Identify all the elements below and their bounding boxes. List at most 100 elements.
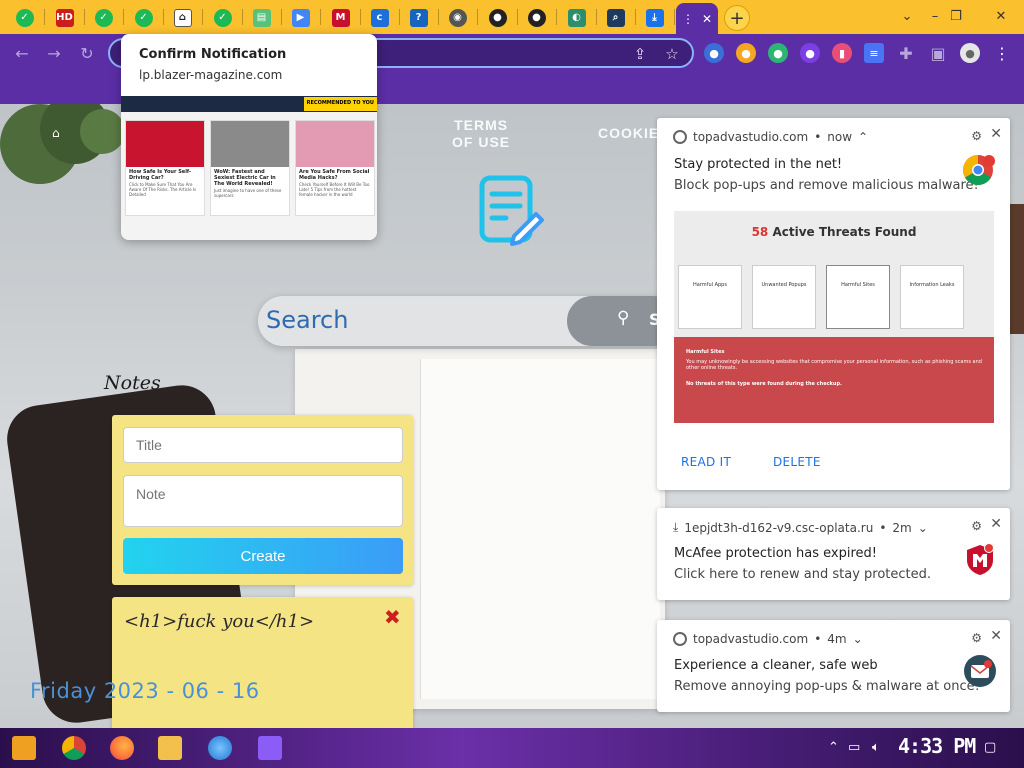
ad-image	[126, 121, 204, 167]
gear-icon[interactable]: ⚙	[971, 519, 982, 533]
side-panel-icon[interactable]: ▣	[928, 43, 948, 63]
tab-home[interactable]: ⌂	[163, 3, 202, 32]
green-check-icon: ✓	[213, 8, 232, 27]
threat-card: Harmful Sites	[826, 265, 890, 329]
chrome-icon	[62, 736, 86, 760]
ie-app[interactable]	[200, 732, 240, 764]
notification-card[interactable]: ⤓ 1epjdt3h-d162-v9.csc-oplata.ru • 2m ⌄ …	[657, 508, 1010, 600]
taskbar: ⌃ ▭ 🔈︎ 4:33 PM ▢	[0, 728, 1024, 768]
tab-c[interactable]: c	[360, 3, 399, 32]
ad-card[interactable]: Are You Safe From Social Media Hacks? Ch…	[295, 120, 375, 216]
close-icon[interactable]: ✕	[990, 628, 1002, 644]
tab-active[interactable]: ⋮ ✕	[676, 3, 718, 34]
popup-ad-area[interactable]: RECOMMENDED TO YOU How Safe Is Your Self…	[121, 96, 377, 240]
extensions-puzzle-icon[interactable]: ✚	[896, 43, 916, 63]
close-window-button[interactable]: ✕	[978, 4, 1024, 28]
gear-icon[interactable]: ⚙	[971, 631, 982, 645]
ad-image	[296, 121, 374, 167]
tab-help[interactable]: ?	[399, 3, 438, 32]
tab-checkmark-3[interactable]: ✓	[124, 3, 163, 32]
tab-checkmark-1[interactable]: ✓	[5, 3, 44, 32]
threat-card: Information Leaks	[900, 265, 964, 329]
profile-avatar[interactable]: ●	[960, 43, 980, 63]
chevron-down-icon[interactable]: ⌄	[853, 632, 863, 646]
firefox-app[interactable]	[102, 732, 142, 764]
delete-button[interactable]: DELETE	[773, 455, 821, 469]
tab-github-1[interactable]: ●	[478, 3, 517, 32]
menu-dots-icon[interactable]: ⋮	[992, 43, 1012, 63]
create-button[interactable]: Create	[123, 538, 403, 574]
new-tab-button[interactable]: +	[724, 5, 750, 31]
confirm-notification-popup[interactable]: Confirm Notification lp.blazer-magazine.…	[121, 34, 377, 240]
network-icon[interactable]: ▭	[848, 740, 860, 755]
reload-button[interactable]: ↻	[75, 42, 99, 64]
search-input[interactable]: Search	[266, 306, 348, 334]
search-icon: ⚲	[617, 308, 630, 328]
close-icon[interactable]: ✕	[990, 516, 1002, 532]
tab-github-2[interactable]: ●	[517, 3, 556, 32]
ad-body: Check Yourself Before It Will Be Too Lat…	[299, 182, 370, 197]
chevron-up-icon[interactable]: ⌃	[858, 130, 868, 144]
cookie-link[interactable]: COOKIE	[598, 125, 659, 142]
hd-icon: HD	[55, 8, 74, 27]
extension-orange-icon[interactable]: ●	[736, 43, 756, 63]
notification-body: Remove annoying pop-ups & malware at onc…	[674, 679, 980, 694]
bookmark-star-icon[interactable]: ☆	[662, 44, 682, 64]
notification-body: Click here to renew and stay protected.	[674, 567, 932, 582]
mcafee-icon: M	[331, 8, 350, 27]
tab-search[interactable]: ⌕	[596, 3, 635, 32]
back-button[interactable]: ←	[10, 42, 34, 64]
gear-icon[interactable]: ⚙	[971, 129, 982, 143]
active-tab-label: ⋮	[682, 11, 694, 26]
notification-header: topadvastudio.com • now ⌃	[673, 130, 868, 144]
threat-heading: 58 Active Threats Found	[751, 225, 917, 239]
notification-header: ⤓ 1epjdt3h-d162-v9.csc-oplata.ru • 2m ⌄	[673, 520, 928, 535]
explorer-app[interactable]	[150, 732, 190, 764]
extension-purple-icon[interactable]: ●	[800, 43, 820, 63]
action-center-icon[interactable]: ▢	[984, 740, 996, 755]
saved-note-card: <h1>fuck you</h1> ✖	[112, 597, 413, 728]
notification-card[interactable]: topadvastudio.com • now ⌃ ⚙ ✕ Stay prote…	[657, 118, 1010, 490]
tab-play[interactable]: ▶	[281, 3, 320, 32]
share-icon[interactable]: ⇪	[630, 44, 650, 64]
wifi-home-icon: ⌂	[52, 126, 60, 140]
tab-download[interactable]: ⤓	[635, 3, 674, 32]
title-input[interactable]	[123, 427, 403, 463]
date-display: Friday 2023 - 06 - 16	[30, 679, 260, 703]
extension-doc-icon[interactable]: ≡	[864, 43, 884, 63]
notification-title: Stay protected in the net!	[674, 157, 843, 172]
tab-checkmark-4[interactable]: ✓	[203, 3, 242, 32]
close-icon[interactable]: ✕	[990, 126, 1002, 142]
chevron-up-icon[interactable]: ⌃	[828, 740, 839, 755]
tab-hd[interactable]: HD	[45, 3, 84, 32]
extension-blob-icon[interactable]: ●	[704, 43, 724, 63]
read-it-button[interactable]: READ IT	[681, 455, 731, 469]
terms-of-use-link[interactable]: TERMS OF USE	[452, 117, 510, 151]
volume-icon[interactable]: 🔈︎	[872, 740, 880, 755]
close-tab-icon[interactable]: ✕	[702, 12, 712, 26]
ad-body: Just imagine to have one of these superc…	[214, 188, 282, 198]
extension-chart-icon[interactable]: ▮	[832, 43, 852, 63]
tab-mcafee[interactable]: M	[321, 3, 360, 32]
visual-studio-app[interactable]	[250, 732, 290, 764]
notification-card[interactable]: topadvastudio.com • 4m ⌄ ⚙ ✕ Experience …	[657, 620, 1010, 712]
start-button[interactable]	[4, 732, 44, 764]
ad-card[interactable]: How Safe Is Your Self-Driving Car? Click…	[125, 120, 205, 216]
tab-doc[interactable]: ▤	[242, 3, 281, 32]
extension-green-icon[interactable]: ●	[768, 43, 788, 63]
tab-edge[interactable]: ◐	[557, 3, 596, 32]
delete-note-icon[interactable]: ✖	[384, 605, 401, 629]
ad-card[interactable]: WoW: Fastest and Sexiest Electric Car in…	[210, 120, 290, 216]
search-bar[interactable]: Search ⚲ S	[258, 296, 678, 346]
maximize-button[interactable]: ❐	[933, 4, 979, 28]
note-textarea[interactable]	[123, 475, 403, 527]
taskbar-clock[interactable]: 4:33 PM	[898, 734, 976, 758]
tab-globe[interactable]: ◉	[438, 3, 477, 32]
chrome-app[interactable]	[54, 732, 94, 764]
tab-checkmark-2[interactable]: ✓	[84, 3, 123, 32]
notification-source: topadvastudio.com	[693, 632, 809, 646]
ad-headline: Are You Safe From Social Media Hacks?	[299, 169, 370, 181]
globe-icon: ◉	[448, 8, 467, 27]
forward-button[interactable]: →	[42, 42, 66, 64]
chevron-down-icon[interactable]: ⌄	[918, 521, 928, 535]
